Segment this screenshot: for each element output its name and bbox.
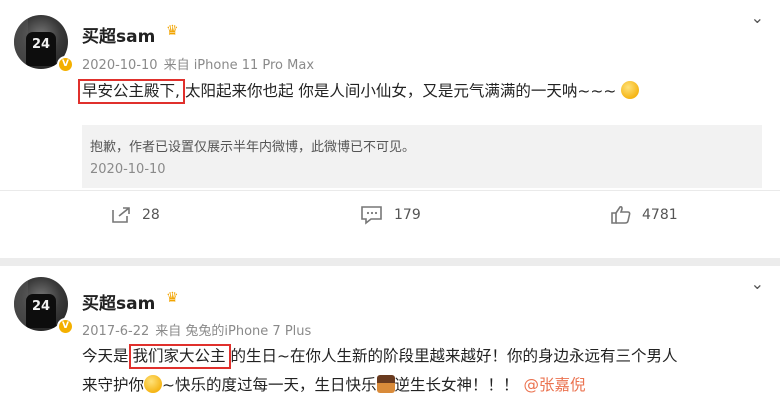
post-date[interactable]: 2020-10-10: [82, 58, 158, 73]
chevron-down-icon[interactable]: ⌄: [751, 274, 764, 293]
verified-badge-icon: V: [57, 318, 74, 335]
hidden-notice: 抱歉，作者已设置仅展示半年内微博，此微博已不可见。: [90, 140, 416, 155]
highlighted-phrase: 我们家大公主: [128, 344, 231, 369]
post-text-line-2: 来守护你 ~快乐的度过每一天，生日快乐 逆生长女神！！！ @张嘉倪: [82, 373, 585, 395]
post-text: 早安公主殿下, 太阳起来你也起 你是人间小仙女，又是元气满满的一天呐~~~: [78, 79, 640, 104]
comment-count: 179: [394, 207, 421, 223]
weibo-post-2: 24 V 买超sam ♛ ⌄ 2017-6-22 来自 兔兔的iPhone 7 P…: [0, 266, 780, 409]
comment-icon: [361, 206, 382, 225]
mention-link[interactable]: @张嘉倪: [523, 376, 585, 394]
post-text-rest: 太阳起来你也起 你是人间小仙女，又是元气满满的一天呐~~~: [184, 82, 617, 100]
chevron-down-icon[interactable]: ⌄: [751, 8, 764, 27]
blush-emoji-icon: [144, 375, 163, 393]
crown-icon: ♛: [166, 23, 179, 39]
post-text-line-1: 今天是 我们家大公主 的生日~在你人生新的阶段里越来越好！你的身边永远有三个男人: [82, 344, 678, 369]
repost-icon: [112, 207, 130, 223]
cake-emoji-icon: [376, 375, 395, 393]
post-source: 来自 iPhone 11 Pro Max: [163, 58, 315, 73]
post-text-segment: 的生日~在你人生新的阶段里越来越好！你的身边永远有三个男人: [230, 347, 678, 365]
post-source: 来自 兔兔的iPhone 7 Plus: [155, 324, 312, 339]
avatar-jersey-number: 24: [31, 299, 51, 314]
avatar-jersey-number: 24: [31, 37, 51, 52]
crown-icon: ♛: [166, 290, 179, 306]
verified-badge-icon: V: [57, 56, 74, 73]
username[interactable]: 买超sam: [82, 289, 155, 314]
thumbs-up-icon: [611, 205, 631, 224]
like-count: 4781: [642, 207, 678, 223]
hidden-post-date[interactable]: 2020-10-10: [90, 162, 166, 177]
hidden-repost-box: 抱歉，作者已设置仅展示半年内微博，此微博已不可见。 2020-10-10: [82, 125, 762, 188]
blush-emoji-icon: [621, 81, 640, 99]
like-button[interactable]: 4781: [610, 200, 678, 230]
highlighted-phrase: 早安公主殿下,: [78, 79, 185, 104]
weibo-post-1: 24 V 买超sam ♛ ⌄ 2020-10-10 来自 iPhone 11 Pr…: [0, 0, 780, 258]
post-meta: 2017-6-22 来自 兔兔的iPhone 7 Plus: [82, 320, 311, 339]
divider: [0, 190, 780, 191]
post-meta: 2020-10-10 来自 iPhone 11 Pro Max: [82, 54, 314, 73]
post-text-segment: 今天是: [82, 347, 129, 365]
post-date[interactable]: 2017-6-22: [82, 324, 149, 339]
username[interactable]: 买超sam: [82, 22, 155, 47]
post-text-segment: ~快乐的度过每一天，生日快乐: [162, 376, 377, 394]
post-text-segment: 来守护你: [82, 376, 145, 394]
post-text-segment: 逆生长女神！！！: [394, 376, 519, 394]
comment-button[interactable]: 179: [360, 200, 421, 230]
repost-count: 28: [142, 207, 160, 223]
repost-button[interactable]: 28: [110, 200, 160, 230]
